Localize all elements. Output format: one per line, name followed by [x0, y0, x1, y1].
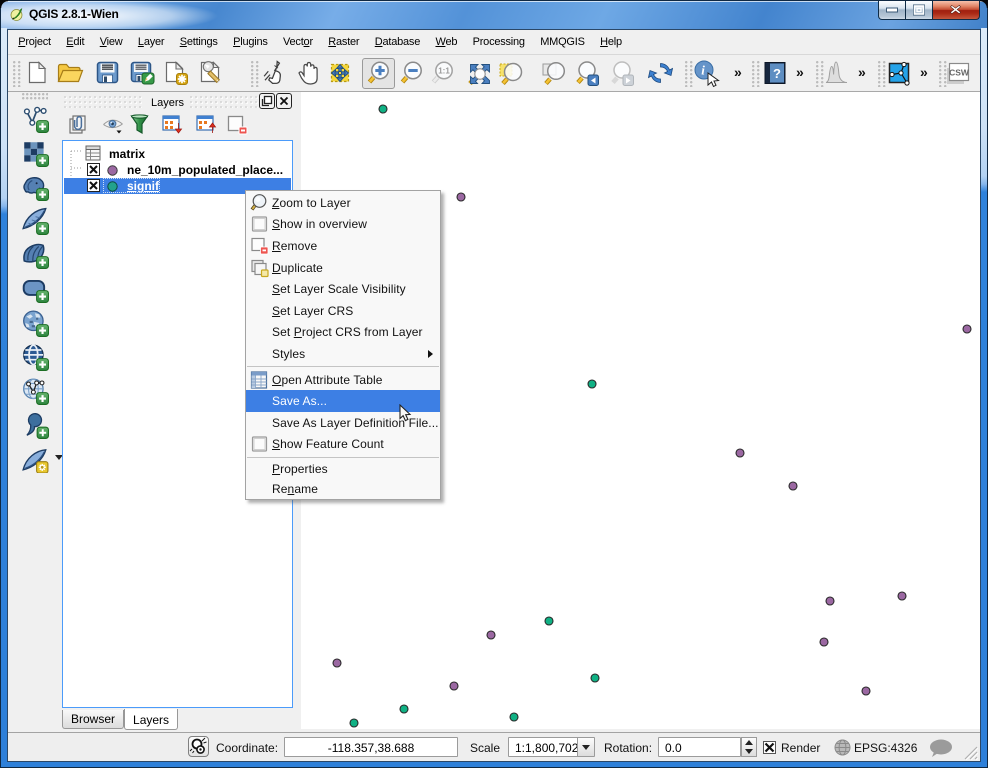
svg-text:?: ?: [773, 66, 781, 81]
svg-text:1:1: 1:1: [438, 67, 450, 76]
svg-text:CSW: CSW: [949, 68, 970, 78]
svg-text:i: i: [701, 63, 705, 78]
